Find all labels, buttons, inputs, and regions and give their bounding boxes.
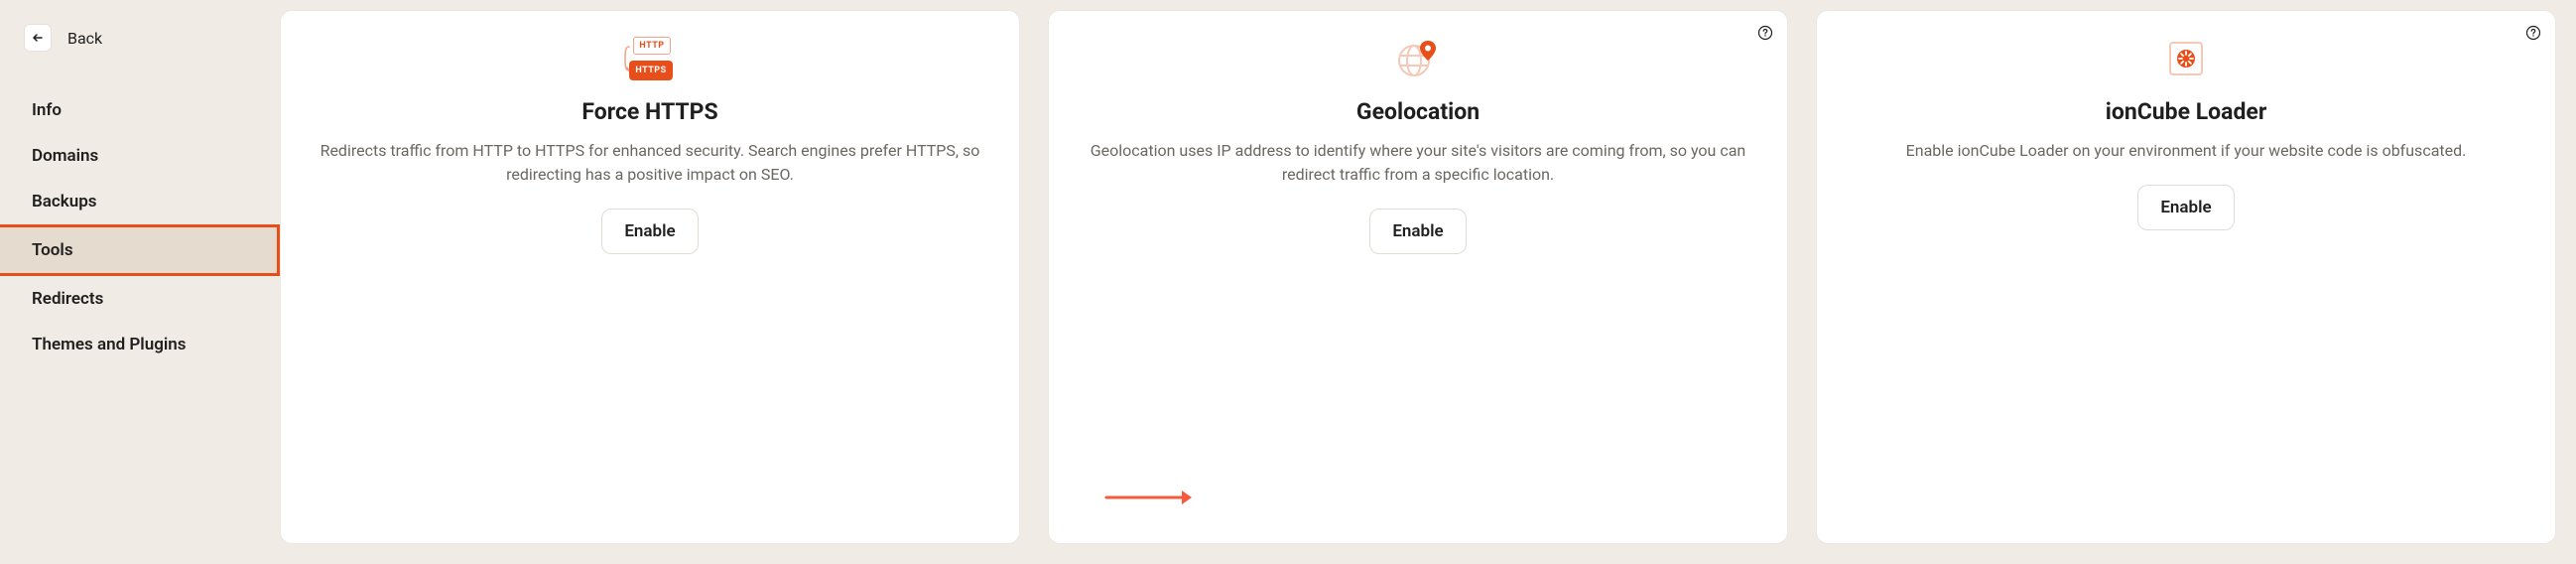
card-force-https: HTTP HTTPS Force HTTPS Redirects traffic… [280, 10, 1020, 544]
sidebar-item-info[interactable]: Info [0, 87, 280, 133]
enable-button[interactable]: Enable [601, 209, 698, 254]
sidebar-item-tools[interactable]: Tools [0, 224, 280, 276]
sidebar-item-domains[interactable]: Domains [0, 133, 280, 179]
loader-icon [2168, 35, 2204, 82]
https-icon: HTTP HTTPS [625, 35, 675, 82]
sidebar-item-redirects[interactable]: Redirects [0, 276, 280, 322]
card-title: Force HTTPS [581, 98, 717, 125]
card-ioncube: ionCube Loader Enable ionCube Loader on … [1816, 10, 2556, 544]
arrow-annotation [1104, 488, 1194, 507]
back-label: Back [67, 29, 102, 48]
card-description: Enable ionCube Loader on your environmen… [1906, 139, 2467, 163]
enable-button[interactable]: Enable [1369, 209, 1466, 254]
globe-pin-icon [1396, 35, 1440, 82]
help-icon[interactable] [2525, 25, 2541, 41]
back-button[interactable]: Back [0, 16, 280, 60]
enable-button[interactable]: Enable [2137, 185, 2234, 230]
sidebar: Back Info Domains Backups Tools Redirect… [0, 0, 280, 564]
back-arrow-icon [24, 24, 52, 52]
sidebar-item-themes-plugins[interactable]: Themes and Plugins [0, 322, 280, 367]
card-description: Redirects traffic from HTTP to HTTPS for… [309, 139, 991, 187]
card-description: Geolocation uses IP address to identify … [1077, 139, 1759, 187]
card-title: ionCube Loader [2106, 98, 2267, 125]
card-geolocation: Geolocation Geolocation uses IP address … [1048, 10, 1788, 544]
content: HTTP HTTPS Force HTTPS Redirects traffic… [280, 0, 2576, 564]
help-icon[interactable] [1757, 25, 1773, 41]
sidebar-item-backups[interactable]: Backups [0, 179, 280, 224]
card-title: Geolocation [1356, 98, 1480, 125]
